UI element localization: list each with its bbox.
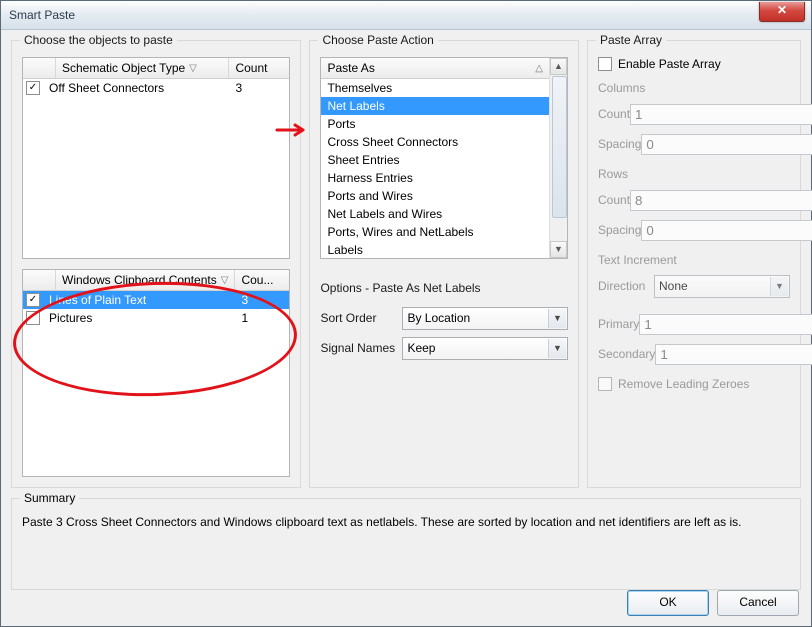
scroll-down-icon[interactable]: ▼ (550, 241, 567, 258)
options-legend: Options - Paste As Net Labels (320, 281, 568, 295)
cell-count: 3 (229, 81, 289, 95)
header-checkbox-col (23, 58, 56, 78)
secondary-input[interactable] (655, 344, 812, 365)
chevron-down-icon: ▼ (548, 339, 566, 358)
signal-names-label: Signal Names (320, 341, 402, 355)
rows-count-input[interactable] (630, 190, 812, 211)
close-button[interactable]: ✕ (759, 2, 805, 22)
group-paste-array: Paste Array Enable Paste Array Columns C… (587, 40, 801, 488)
remove-zeroes-checkbox[interactable] (598, 377, 612, 391)
scroll-thumb[interactable] (552, 76, 567, 218)
table-row[interactable]: ✓ Lines of Plain Text 3 (23, 291, 289, 309)
paste-as-list[interactable]: Paste As△ ThemselvesNet LabelsPortsCross… (320, 57, 568, 259)
combo-value: None (659, 279, 688, 293)
chevron-down-icon: ▼ (770, 277, 788, 296)
columns-spacing-input[interactable] (641, 134, 812, 155)
sort-order-label: Sort Order (320, 311, 402, 325)
paste-as-item[interactable]: Cross Sheet Connectors (321, 133, 549, 151)
table-body: ✓ Lines of Plain Text 3 Pictures 1 (23, 291, 289, 476)
header-count[interactable]: Count (229, 58, 289, 78)
header-type[interactable]: Schematic Object Type▽ (56, 58, 229, 78)
paste-as-items: ThemselvesNet LabelsPortsCross Sheet Con… (321, 79, 549, 258)
options-subgroup: Options - Paste As Net Labels Sort Order… (320, 281, 568, 365)
header-count[interactable]: Cou... (235, 270, 289, 290)
close-icon: ✕ (777, 3, 787, 17)
scroll-up-icon[interactable]: ▲ (550, 58, 567, 75)
paste-as-item[interactable]: Sheet Entries (321, 151, 549, 169)
cell-type: Pictures (43, 311, 235, 325)
row-enable-array: Enable Paste Array (598, 57, 790, 71)
chevron-down-icon: ▼ (548, 309, 566, 328)
rows-spacing-input[interactable] (641, 220, 812, 241)
combo-value: By Location (407, 311, 470, 325)
row-signal-names: Signal Names Keep ▼ (320, 335, 568, 361)
paste-as-item[interactable]: Harness Entries (321, 169, 549, 187)
cell-type: Off Sheet Connectors (43, 81, 229, 95)
cancel-button[interactable]: Cancel (717, 590, 799, 616)
clipboard-contents-table[interactable]: Windows Clipboard Contents▽ Cou... ✓ Lin… (22, 269, 290, 477)
table-header: Schematic Object Type▽ Count (23, 58, 289, 79)
paste-as-item[interactable]: Net Labels and Wires (321, 205, 549, 223)
summary-legend: Summary (20, 491, 79, 505)
table-row[interactable]: ✓ Off Sheet Connectors 3 (23, 79, 289, 97)
columns-count-input[interactable] (630, 104, 812, 125)
enable-array-label: Enable Paste Array (618, 57, 721, 71)
cell-type: Lines of Plain Text (43, 293, 235, 307)
primary-input[interactable] (639, 314, 812, 335)
cell-count: 3 (235, 293, 289, 307)
smart-paste-dialog: Smart Paste ✕ Choose the objects to past… (0, 0, 812, 627)
section-rows: Rows (598, 167, 790, 181)
titlebar[interactable]: Smart Paste ✕ (1, 1, 811, 30)
table-body: ✓ Off Sheet Connectors 3 (23, 79, 289, 258)
paste-as-item[interactable]: Themselves (321, 79, 549, 97)
header-type[interactable]: Windows Clipboard Contents▽ (56, 270, 235, 290)
paste-as-item[interactable]: Ports and Wires (321, 187, 549, 205)
group-legend: Paste Array (596, 33, 666, 47)
row-checkbox[interactable]: ✓ (26, 81, 40, 95)
combo-value: Keep (407, 341, 435, 355)
sort-asc-icon: △ (535, 63, 543, 74)
group-legend: Choose Paste Action (318, 33, 437, 47)
row-sort-order: Sort Order By Location ▼ (320, 305, 568, 331)
ok-button[interactable]: OK (627, 590, 709, 616)
group-paste-action: Choose Paste Action Paste As△ Themselves… (309, 40, 579, 488)
sort-order-combo[interactable]: By Location ▼ (402, 307, 568, 330)
remove-zeroes-label: Remove Leading Zeroes (618, 377, 749, 391)
table-header: Windows Clipboard Contents▽ Cou... (23, 270, 289, 291)
enable-array-checkbox[interactable] (598, 57, 612, 71)
scrollbar[interactable]: ▲ ▼ (549, 58, 567, 258)
section-text-increment: Text Increment (598, 253, 790, 267)
paste-as-item[interactable]: Labels (321, 241, 549, 258)
dialog-body: Choose the objects to paste Schematic Ob… (1, 30, 811, 626)
sort-desc-icon: ▽ (221, 275, 229, 286)
group-legend: Choose the objects to paste (20, 33, 177, 47)
header-checkbox-col (23, 270, 56, 290)
schematic-objects-table[interactable]: Schematic Object Type▽ Count ✓ Off Sheet… (22, 57, 290, 259)
table-row[interactable]: Pictures 1 (23, 309, 289, 327)
direction-combo[interactable]: None ▼ (654, 275, 790, 298)
paste-as-item[interactable]: Net Labels (321, 97, 549, 115)
paste-as-item[interactable]: Ports, Wires and NetLabels (321, 223, 549, 241)
summary-text: Paste 3 Cross Sheet Connectors and Windo… (22, 515, 790, 529)
button-bar: OK Cancel (627, 590, 799, 616)
paste-as-header[interactable]: Paste As△ (321, 58, 549, 79)
sort-desc-icon: ▽ (189, 63, 197, 74)
signal-names-combo[interactable]: Keep ▼ (402, 337, 568, 360)
cell-count: 1 (235, 311, 289, 325)
paste-as-item[interactable]: Ports (321, 115, 549, 133)
row-checkbox[interactable]: ✓ (26, 293, 40, 307)
group-choose-objects: Choose the objects to paste Schematic Ob… (11, 40, 301, 488)
row-checkbox[interactable] (26, 311, 40, 325)
section-columns: Columns (598, 81, 790, 95)
group-summary: Summary Paste 3 Cross Sheet Connectors a… (11, 498, 801, 590)
window-title: Smart Paste (9, 8, 75, 22)
